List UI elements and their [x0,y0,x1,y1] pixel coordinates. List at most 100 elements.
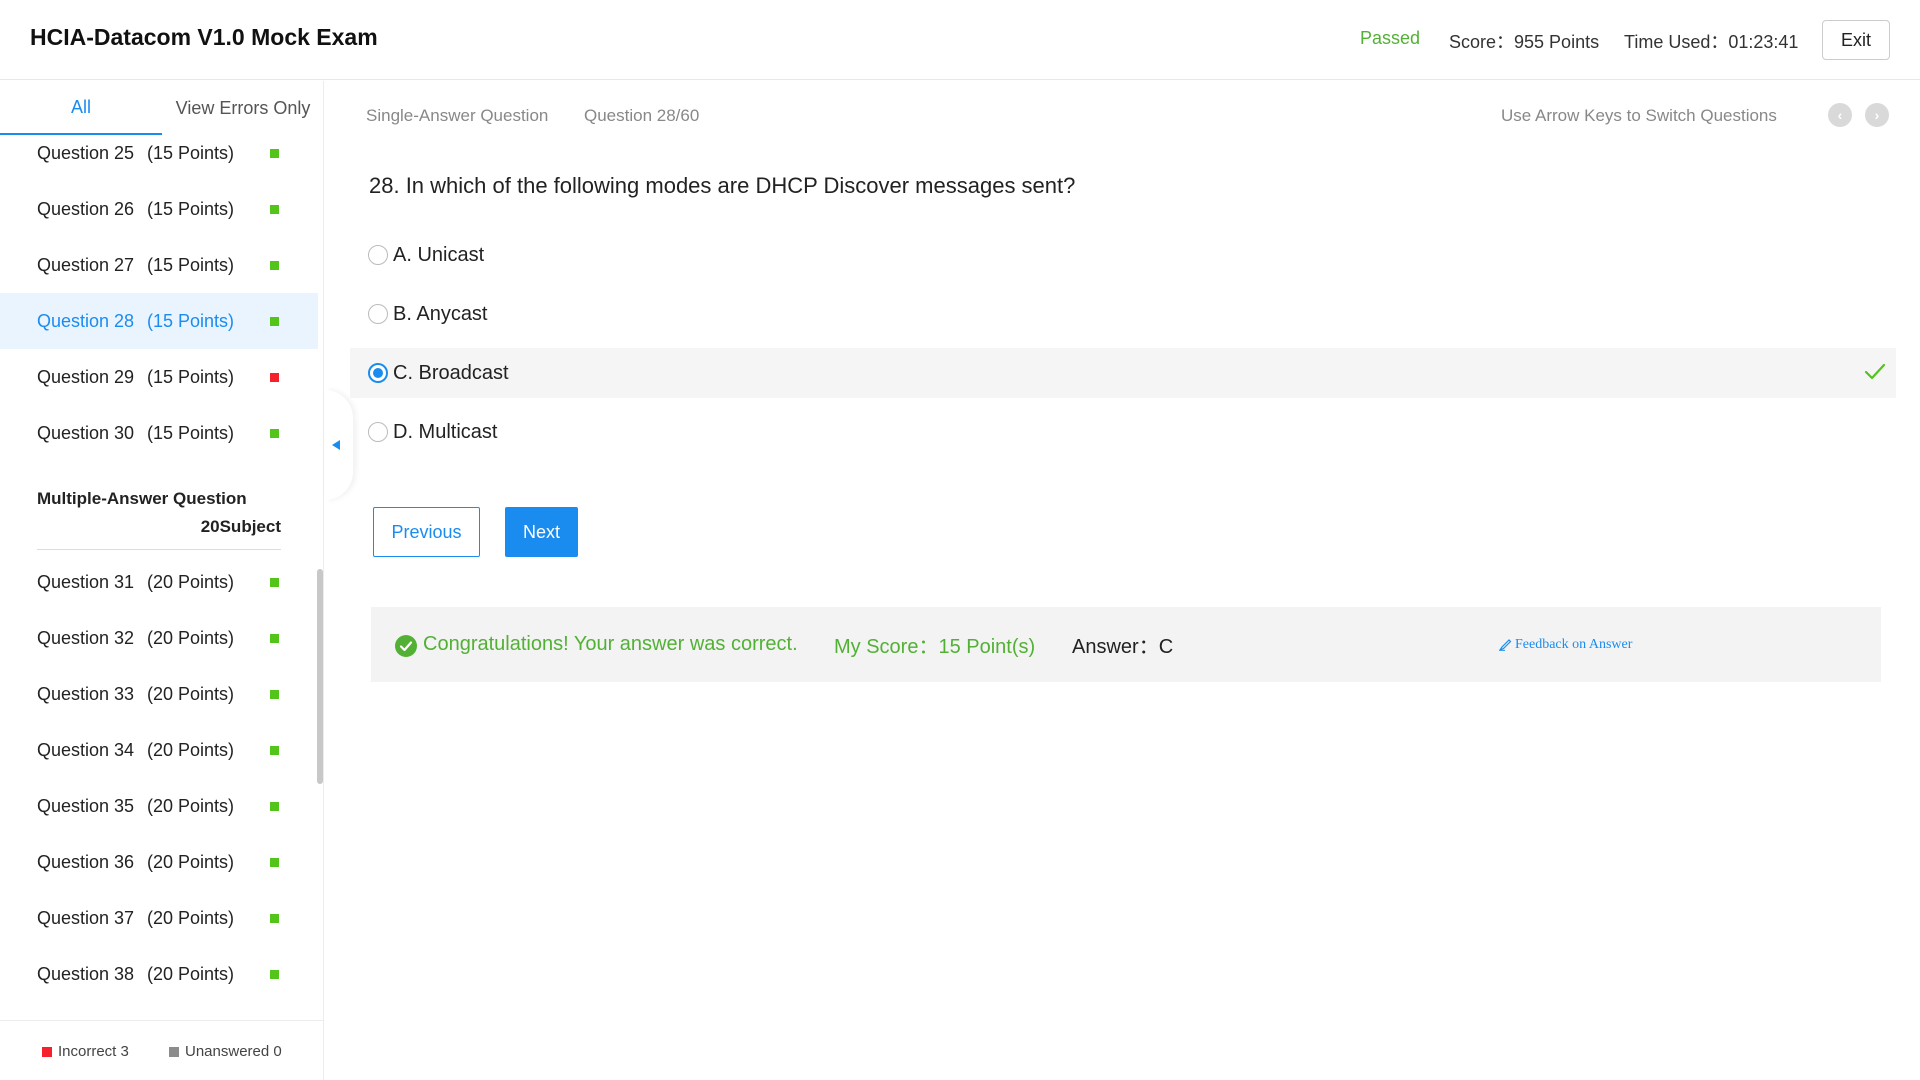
incorrect-count: Incorrect 3 [58,1043,129,1060]
correct-answer: Answer：C [1072,636,1174,658]
next-arrow-icon[interactable]: › [1865,103,1889,127]
question-points: (15 Points) [147,366,235,387]
question-number: Question 27 [37,254,135,275]
previous-arrow-icon[interactable]: ‹ [1828,103,1852,127]
option-label: B. Anycast [393,302,488,325]
collapse-left-icon [332,440,340,450]
question-item[interactable]: Question 35 (20 Points) [0,778,318,834]
question-number: Question 37 [37,907,135,928]
question-points: (15 Points) [147,310,235,331]
collapse-sidebar-button[interactable] [325,390,353,500]
app-header: HCIA-Datacom V1.0 Mock Exam Passed Score… [0,0,1920,80]
option-d[interactable]: D. Multicast [350,407,1896,457]
option-label: C. Broadcast [393,361,509,384]
unanswered-count: Unanswered 0 [185,1043,282,1060]
feedback-label: Feedback on Answer [1515,636,1633,652]
edit-icon [1499,639,1512,651]
question-points: (15 Points) [147,422,235,443]
question-number: Question 35 [37,795,135,816]
question-item[interactable]: Question 32 (20 Points) [0,610,318,666]
radio-button-selected[interactable] [368,363,388,383]
correct-marker [270,316,279,326]
status-legend: Incorrect 3 Unanswered 0 [0,1020,324,1080]
question-text: 28. In which of the following modes are … [369,173,1076,198]
correct-marker [270,148,279,158]
question-points: (20 Points) [147,795,235,816]
option-label: A. Unicast [393,243,485,266]
feedback-link[interactable]: Feedback on Answer [1499,637,1632,653]
incorrect-marker [270,372,279,382]
correct-marker [270,745,279,755]
result-message: Congratulations! Your answer was correct… [423,633,798,655]
tab-all[interactable]: All [0,81,162,135]
correct-marker [270,913,279,923]
question-item[interactable]: Question 30 (15 Points) [0,405,318,461]
question-number: Question 31 [37,571,135,592]
question-number: Question 38 [37,963,135,984]
my-score: My Score：15 Point(s) [834,636,1036,658]
question-panel: Single-Answer Question Question 28/60 Us… [350,81,1920,1080]
tab-view-errors-only[interactable]: View Errors Only [162,81,324,135]
question-number: Question 26 [37,198,135,219]
question-item[interactable]: Question 37 (20 Points) [0,890,318,946]
question-item-current[interactable]: Question 28 (15 Points) [0,293,318,349]
sidebar-tabs: All View Errors Only [0,81,324,135]
question-item[interactable]: Question 34 (20 Points) [0,722,318,778]
question-item[interactable]: Question 38 (20 Points) [0,946,318,1002]
question-points: (15 Points) [147,198,235,219]
question-points: (20 Points) [147,739,235,760]
question-item[interactable]: Question 36 (20 Points) [0,834,318,890]
question-sidebar: All View Errors Only Question 25 (15 Poi… [0,81,324,1080]
question-number: Question 32 [37,627,135,648]
question-number: Question 29 [37,366,135,387]
next-button[interactable]: Next [505,507,578,557]
question-points: (20 Points) [147,907,235,928]
correct-marker [270,204,279,214]
section-title: Multiple-Answer Question [37,489,247,508]
correct-marker [270,969,279,979]
question-item[interactable]: Question 33 (20 Points) [0,666,318,722]
question-number: Question 25 [37,142,135,163]
correct-marker [270,260,279,270]
exit-button[interactable]: Exit [1822,20,1890,60]
question-number: Question 34 [37,739,135,760]
question-points: (20 Points) [147,571,235,592]
correct-marker [270,857,279,867]
radio-button[interactable] [368,304,388,324]
nav-hint: Use Arrow Keys to Switch Questions [1501,106,1777,125]
correct-marker [270,428,279,438]
correct-marker [270,689,279,699]
option-b[interactable]: B. Anycast [350,289,1896,339]
question-item[interactable]: Question 31 (20 Points) [0,554,318,610]
legend-incorrect: Incorrect 3 [42,1043,129,1060]
correct-marker [270,577,279,587]
question-number: Question 36 [37,851,135,872]
question-item[interactable]: Question 27 (15 Points) [0,237,318,293]
question-points: (20 Points) [147,627,235,648]
question-index: Question 28/60 [584,106,700,125]
option-label: D. Multicast [393,420,498,443]
section-subtitle: 20Subject [200,517,281,536]
question-item[interactable]: Question 25 (15 Points) [0,135,318,181]
correct-check-icon [1864,363,1886,380]
sidebar-scrollbar[interactable] [317,569,323,784]
time-used: Time Used：01:23:41 [1624,32,1799,52]
question-item[interactable]: Question 29 (15 Points) [0,349,318,405]
question-points: (20 Points) [147,963,235,984]
question-points: (15 Points) [147,254,235,275]
legend-unanswered: Unanswered 0 [169,1043,282,1060]
radio-button[interactable] [368,422,388,442]
exam-title: HCIA-Datacom V1.0 Mock Exam [30,24,378,50]
question-type: Single-Answer Question [366,106,549,125]
correct-marker [270,801,279,811]
option-c[interactable]: C. Broadcast [350,348,1896,398]
radio-button[interactable] [368,245,388,265]
option-a[interactable]: A. Unicast [350,230,1896,280]
correct-marker [270,633,279,643]
question-item[interactable]: Question 26 (15 Points) [0,181,318,237]
question-points: (20 Points) [147,683,235,704]
previous-button[interactable]: Previous [373,507,480,557]
question-points: (15 Points) [147,142,235,163]
question-number: Question 30 [37,422,135,443]
question-number: Question 28 [37,310,135,331]
